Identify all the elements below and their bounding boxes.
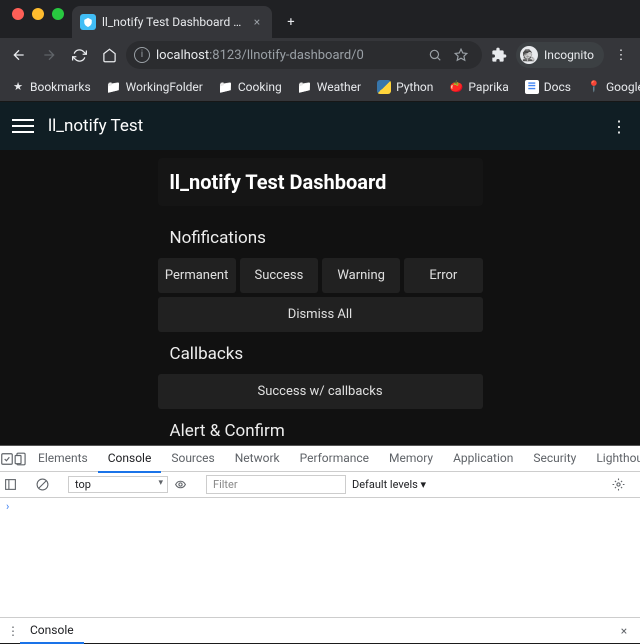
- success-button[interactable]: Success: [240, 258, 318, 293]
- notification-buttons-row: PermanentSuccessWarningError: [158, 258, 483, 293]
- console-prompt-icon: ›: [6, 500, 9, 513]
- log-levels-dropdown[interactable]: Default levels ▾: [352, 478, 426, 491]
- bookmark-item[interactable]: Docs: [518, 76, 578, 98]
- bookmark-label: WorkingFolder: [126, 80, 203, 94]
- bookmark-label: Python: [396, 80, 433, 94]
- header-menu-icon[interactable]: ⋮: [611, 117, 628, 136]
- bookmark-star-icon[interactable]: [454, 48, 474, 62]
- tab-favicon: [80, 14, 96, 30]
- drawer-menu-icon[interactable]: ⋮: [6, 624, 20, 638]
- dashboard-title: ll_notify Test Dashboard: [170, 170, 471, 194]
- drawer-tab-console[interactable]: Console: [20, 618, 84, 644]
- devtools-tab-sources[interactable]: Sources: [161, 445, 224, 473]
- home-button[interactable]: [96, 42, 122, 68]
- page-content: ll_notify Test Dashboard Nofifications P…: [0, 150, 640, 445]
- devtools-tab-application[interactable]: Application: [443, 445, 523, 473]
- inspect-element-icon[interactable]: [0, 452, 14, 466]
- devtools-drawer: ⋮ Console ×: [0, 617, 640, 643]
- url-text: localhost:8123/llnotify-dashboard/0: [156, 48, 422, 63]
- tab-title: ll_notify Test Dashboard - Hom: [102, 15, 244, 29]
- py-icon: [377, 80, 391, 94]
- devtools-tab-elements[interactable]: Elements: [28, 445, 98, 473]
- extensions-icon[interactable]: [486, 42, 512, 68]
- drawer-close-icon[interactable]: ×: [614, 624, 634, 638]
- hamburger-icon[interactable]: [12, 115, 34, 137]
- app-header: ll_notify Test ⋮: [0, 102, 640, 150]
- dashboard-column: ll_notify Test Dashboard Nofifications P…: [158, 158, 483, 445]
- bookmark-item[interactable]: Python: [370, 76, 440, 98]
- bookmark-label: Weather: [317, 80, 361, 94]
- tab-close-icon[interactable]: ×: [250, 15, 264, 29]
- error-button[interactable]: Error: [404, 258, 482, 293]
- bookmark-item[interactable]: WorkingFolder: [100, 76, 210, 98]
- pap-icon: [449, 80, 463, 94]
- devtools-tab-lighthouse[interactable]: Lighthouse: [586, 445, 640, 473]
- back-button[interactable]: [6, 42, 32, 68]
- bookmarks-bar: Bookmarks WorkingFolder Cooking Weather Pyth…: [0, 72, 640, 102]
- section-title-callbacks: Callbacks: [158, 336, 483, 374]
- live-expression-icon[interactable]: [174, 478, 200, 491]
- context-selector[interactable]: top: [68, 476, 168, 493]
- folder-icon: [219, 80, 233, 94]
- devtools-tab-security[interactable]: Security: [523, 445, 586, 473]
- forward-button[interactable]: [36, 42, 62, 68]
- doc-icon: [525, 80, 539, 94]
- search-icon[interactable]: [428, 48, 448, 62]
- console-settings-icon[interactable]: [612, 478, 636, 491]
- address-bar[interactable]: i localhost:8123/llnotify-dashboard/0: [126, 41, 482, 69]
- console-sidebar-icon[interactable]: [4, 478, 30, 491]
- devtools-tab-console[interactable]: Console: [98, 445, 162, 473]
- browser-toolbar: i localhost:8123/llnotify-dashboard/0 In…: [0, 38, 640, 72]
- devtools-panel: ElementsConsoleSourcesNetworkPerformance…: [0, 445, 640, 643]
- incognito-label: Incognito: [544, 48, 594, 62]
- console-toolbar: top Filter Default levels ▾: [0, 472, 640, 498]
- warning-button[interactable]: Warning: [322, 258, 400, 293]
- browser-tab[interactable]: ll_notify Test Dashboard - Hom ×: [72, 6, 272, 38]
- reload-button[interactable]: [66, 42, 92, 68]
- bookmark-item[interactable]: Cooking: [212, 76, 289, 98]
- window-title-bar: ll_notify Test Dashboard - Hom × +: [0, 0, 640, 38]
- devtools-tab-network[interactable]: Network: [225, 445, 290, 473]
- bookmark-label: Google Maps: [606, 80, 640, 94]
- console-body[interactable]: ›: [0, 498, 640, 617]
- star-icon: [11, 80, 25, 94]
- console-filter-input[interactable]: Filter: [206, 475, 346, 494]
- section-title-notifications: Nofifications: [158, 220, 483, 258]
- map-icon: [587, 80, 601, 94]
- device-toggle-icon[interactable]: [14, 452, 28, 466]
- site-info-icon[interactable]: i: [134, 47, 150, 63]
- dashboard-title-card: ll_notify Test Dashboard: [158, 158, 483, 206]
- minimize-window-button[interactable]: [32, 8, 44, 20]
- close-window-button[interactable]: [12, 8, 24, 20]
- folder-icon: [298, 80, 312, 94]
- bookmark-item[interactable]: Weather: [291, 76, 368, 98]
- incognito-icon: [520, 46, 538, 64]
- browser-menu-icon[interactable]: ⋮: [608, 42, 634, 68]
- permanent-button[interactable]: Permanent: [158, 258, 236, 293]
- bookmark-label: Bookmarks: [30, 80, 91, 94]
- devtools-tab-memory[interactable]: Memory: [379, 445, 443, 473]
- success-callbacks-button[interactable]: Success w/ callbacks: [158, 374, 483, 409]
- bookmark-item[interactable]: Bookmarks: [4, 76, 98, 98]
- dismiss-all-button[interactable]: Dismiss All: [158, 297, 483, 332]
- clear-console-icon[interactable]: [36, 478, 62, 491]
- bookmark-label: Cooking: [238, 80, 282, 94]
- devtools-tabs: ElementsConsoleSourcesNetworkPerformance…: [0, 446, 640, 472]
- incognito-badge[interactable]: Incognito: [516, 42, 604, 68]
- bookmark-label: Docs: [544, 80, 571, 94]
- maximize-window-button[interactable]: [52, 8, 64, 20]
- page-viewport: ll_notify Test ⋮ ll_notify Test Dashboar…: [0, 102, 640, 445]
- section-title-alert: Alert & Confirm: [158, 413, 483, 445]
- bookmark-item[interactable]: Google Maps: [580, 76, 640, 98]
- folder-icon: [107, 80, 121, 94]
- window-controls: [6, 8, 72, 30]
- app-title: ll_notify Test: [48, 116, 143, 136]
- new-tab-button[interactable]: +: [278, 9, 304, 35]
- bookmark-label: Paprika: [468, 80, 508, 94]
- devtools-tab-performance[interactable]: Performance: [290, 445, 379, 473]
- bookmark-item[interactable]: Paprika: [442, 76, 515, 98]
